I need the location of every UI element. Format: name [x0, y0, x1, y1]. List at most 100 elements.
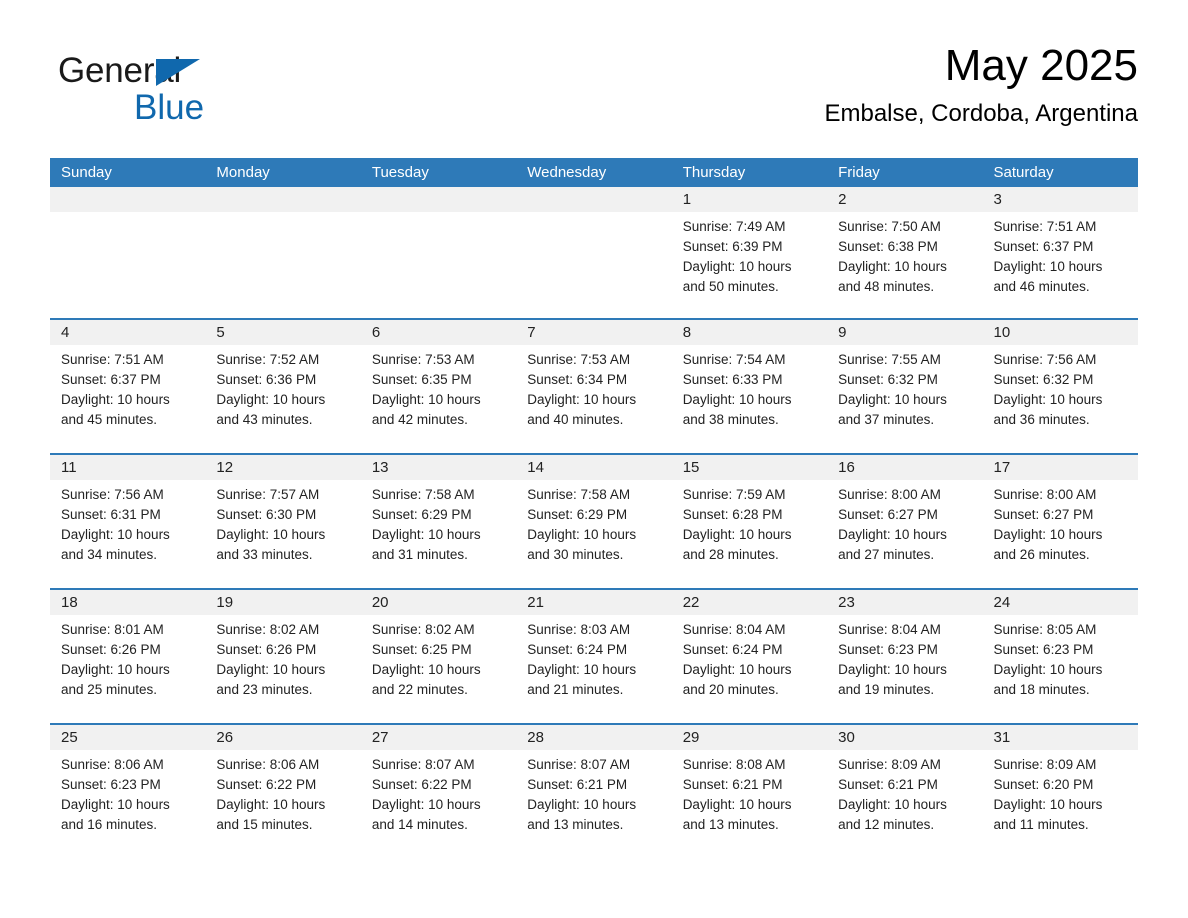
day-number: 16	[827, 455, 983, 480]
day-cell[interactable]: 1 Sunrise: 7:49 AM Sunset: 6:39 PM Daylight…	[671, 187, 828, 318]
daylight-text-line1: Daylight: 10 hours	[216, 662, 326, 677]
day-cell[interactable]: 15 Sunrise: 7:59 AM Sunset: 6:28 PM Dayligh…	[671, 455, 828, 588]
brand-word-blue: Blue	[134, 88, 205, 127]
sunset-text: Sunset: 6:26 PM	[61, 642, 161, 657]
sunrise-text: Sunrise: 7:50 AM	[838, 219, 941, 234]
day-cell[interactable]: 11 Sunrise: 7:56 AM Sunset: 6:31 PM Dayligh…	[50, 455, 206, 588]
day-details: Sunrise: 8:02 AM Sunset: 6:25 PM Daylight:…	[361, 615, 516, 700]
day-details: Sunrise: 8:03 AM Sunset: 6:24 PM Daylight:…	[516, 615, 671, 700]
daylight-text-line2: and 36 minutes.	[993, 412, 1090, 427]
day-cell[interactable]: 3 Sunrise: 7:51 AM Sunset: 6:37 PM Daylight…	[982, 187, 1138, 318]
general-blue-logo[interactable]: General Blue	[58, 52, 318, 132]
day-cell[interactable]: 7 Sunrise: 7:53 AM Sunset: 6:34 PM Daylight…	[516, 320, 672, 453]
sunset-text: Sunset: 6:24 PM	[682, 642, 783, 657]
daylight-text-line2: and 38 minutes.	[682, 412, 779, 427]
daylight-text-line2: and 27 minutes.	[838, 547, 935, 562]
day-details: Sunrise: 8:00 AM Sunset: 6:27 PM Daylight:…	[827, 480, 982, 565]
day-details: Sunrise: 7:51 AM Sunset: 6:37 PM Daylight:…	[983, 212, 1138, 297]
sunset-text: Sunset: 6:21 PM	[838, 777, 938, 792]
daylight-text-line1: Daylight: 10 hours	[371, 527, 481, 542]
sunrise-text: Sunrise: 8:08 AM	[682, 757, 786, 772]
sunset-text: Sunset: 6:38 PM	[838, 239, 938, 254]
calendar-grid: Sunday Monday Tuesday Wednesday Thursday…	[50, 158, 1138, 858]
day-cell[interactable]: 8 Sunrise: 7:54 AM Sunset: 6:33 PM Daylight…	[671, 320, 828, 453]
daylight-text-line2: and 23 minutes.	[216, 682, 313, 697]
sunset-text: Sunset: 6:39 PM	[682, 239, 783, 254]
week-row: 18 Sunrise: 8:01 AM Sunset: 6:26 PM Dayligh…	[50, 588, 1138, 723]
sunrise-text: Sunrise: 7:59 AM	[682, 487, 786, 502]
sunrise-text: Sunrise: 7:58 AM	[527, 487, 631, 502]
day-details: Sunrise: 8:09 AM Sunset: 6:20 PM Daylight:…	[983, 750, 1138, 835]
weekday-tuesday: Tuesday	[371, 164, 429, 181]
day-details: Sunrise: 7:51 AM Sunset: 6:37 PM Daylight:…	[50, 345, 205, 430]
day-cell[interactable]: 2 Sunrise: 7:50 AM Sunset: 6:38 PM Daylight…	[827, 187, 983, 318]
day-cell[interactable]: 5 Sunrise: 7:52 AM Sunset: 6:36 PM Daylight…	[205, 320, 361, 453]
day-cell[interactable]: 18 Sunrise: 8:01 AM Sunset: 6:26 PM Dayligh…	[50, 590, 206, 723]
sunset-text: Sunset: 6:33 PM	[682, 372, 783, 387]
day-cell[interactable]: 20 Sunrise: 8:02 AM Sunset: 6:25 PM Dayligh…	[360, 590, 517, 723]
day-details: Sunrise: 7:53 AM Sunset: 6:34 PM Daylight:…	[516, 345, 671, 430]
day-cell[interactable]: 19 Sunrise: 8:02 AM Sunset: 6:26 PM Dayligh…	[205, 590, 361, 723]
daylight-text-line2: and 48 minutes.	[838, 279, 935, 294]
sunset-text: Sunset: 6:32 PM	[838, 372, 938, 387]
daylight-text-line1: Daylight: 10 hours	[61, 797, 170, 812]
day-cell[interactable]: 17 Sunrise: 8:00 AM Sunset: 6:27 PM Dayligh…	[982, 455, 1138, 588]
sunrise-text: Sunrise: 7:56 AM	[61, 487, 164, 502]
day-details: Sunrise: 7:57 AM Sunset: 6:30 PM Daylight:…	[205, 480, 360, 565]
day-cell[interactable]: 10 Sunrise: 7:56 AM Sunset: 6:32 PM Dayligh…	[982, 320, 1138, 453]
day-cell[interactable]: 30 Sunrise: 8:09 AM Sunset: 6:21 PM Dayligh…	[827, 725, 983, 858]
day-cell[interactable]: 31 Sunrise: 8:09 AM Sunset: 6:20 PM Dayligh…	[982, 725, 1138, 858]
day-number: 13	[360, 455, 517, 480]
daylight-text-line1: Daylight: 10 hours	[61, 662, 170, 677]
sunset-text: Sunset: 6:32 PM	[993, 372, 1094, 387]
daylight-text-line1: Daylight: 10 hours	[993, 797, 1103, 812]
daylight-text-line2: and 28 minutes.	[682, 547, 779, 562]
day-cell[interactable]: 22 Sunrise: 8:04 AM Sunset: 6:24 PM Dayligh…	[671, 590, 828, 723]
day-cell[interactable]: 16 Sunrise: 8:00 AM Sunset: 6:27 PM Dayligh…	[827, 455, 983, 588]
day-number: 24	[982, 590, 1138, 615]
day-number: 23	[827, 590, 983, 615]
day-cell[interactable]: 29 Sunrise: 8:08 AM Sunset: 6:21 PM Dayligh…	[671, 725, 828, 858]
sunset-text: Sunset: 6:27 PM	[838, 507, 938, 522]
day-cell[interactable]: 4 Sunrise: 7:51 AM Sunset: 6:37 PM Daylight…	[50, 320, 206, 453]
day-number: 27	[360, 725, 517, 750]
day-cell[interactable]: 24 Sunrise: 8:05 AM Sunset: 6:23 PM Dayligh…	[982, 590, 1138, 723]
day-details: Sunrise: 8:09 AM Sunset: 6:21 PM Daylight:…	[827, 750, 982, 835]
day-cell[interactable]: 26 Sunrise: 8:06 AM Sunset: 6:22 PM Dayligh…	[205, 725, 361, 858]
sunrise-text: Sunrise: 7:53 AM	[371, 352, 475, 367]
sunrise-text: Sunrise: 7:54 AM	[682, 352, 786, 367]
day-cell[interactable]: 23 Sunrise: 8:04 AM Sunset: 6:23 PM Dayligh…	[827, 590, 983, 723]
sunset-text: Sunset: 6:21 PM	[682, 777, 783, 792]
day-cell[interactable]: 9 Sunrise: 7:55 AM Sunset: 6:32 PM Daylight…	[827, 320, 983, 453]
day-number: 6	[360, 320, 517, 345]
day-details: Sunrise: 8:04 AM Sunset: 6:23 PM Daylight:…	[827, 615, 982, 700]
week-row: 4 Sunrise: 7:51 AM Sunset: 6:37 PM Daylight…	[50, 318, 1138, 453]
day-cell[interactable]: 25 Sunrise: 8:06 AM Sunset: 6:23 PM Dayligh…	[50, 725, 206, 858]
day-cell[interactable]: 13 Sunrise: 7:58 AM Sunset: 6:29 PM Dayligh…	[360, 455, 517, 588]
calendar-page: General Blue May 2025 Embalse, Cordoba, …	[0, 0, 1188, 918]
day-number: 30	[827, 725, 983, 750]
day-cell[interactable]: 6 Sunrise: 7:53 AM Sunset: 6:35 PM Daylight…	[360, 320, 517, 453]
day-number: 18	[50, 590, 206, 615]
daylight-text-line2: and 50 minutes.	[682, 279, 779, 294]
sunset-text: Sunset: 6:34 PM	[527, 372, 628, 387]
day-details: Sunrise: 8:06 AM Sunset: 6:23 PM Daylight:…	[50, 750, 205, 835]
day-cell[interactable]: 14 Sunrise: 7:58 AM Sunset: 6:29 PM Dayligh…	[516, 455, 672, 588]
sunset-text: Sunset: 6:22 PM	[371, 777, 472, 792]
sunrise-text: Sunrise: 7:58 AM	[371, 487, 475, 502]
day-cell[interactable]: 21 Sunrise: 8:03 AM Sunset: 6:24 PM Dayligh…	[516, 590, 672, 723]
day-cell[interactable]: 27 Sunrise: 8:07 AM Sunset: 6:22 PM Dayligh…	[360, 725, 517, 858]
daylight-text-line1: Daylight: 10 hours	[527, 797, 637, 812]
sunrise-text: Sunrise: 8:01 AM	[61, 622, 164, 637]
sunrise-text: Sunrise: 7:51 AM	[61, 352, 164, 367]
daylight-text-line1: Daylight: 10 hours	[838, 527, 947, 542]
weekday-header-row: Sunday Monday Tuesday Wednesday Thursday…	[50, 158, 1138, 187]
sunrise-text: Sunrise: 8:09 AM	[838, 757, 941, 772]
daylight-text-line2: and 22 minutes.	[371, 682, 468, 697]
sunset-text: Sunset: 6:37 PM	[993, 239, 1094, 254]
sunrise-text: Sunrise: 8:00 AM	[993, 487, 1097, 502]
day-cell[interactable]: 28 Sunrise: 8:07 AM Sunset: 6:21 PM Dayligh…	[516, 725, 672, 858]
daylight-text-line1: Daylight: 10 hours	[527, 392, 637, 407]
day-cell[interactable]: 12 Sunrise: 7:57 AM Sunset: 6:30 PM Dayligh…	[205, 455, 361, 588]
sunrise-text: Sunrise: 8:02 AM	[216, 622, 320, 637]
